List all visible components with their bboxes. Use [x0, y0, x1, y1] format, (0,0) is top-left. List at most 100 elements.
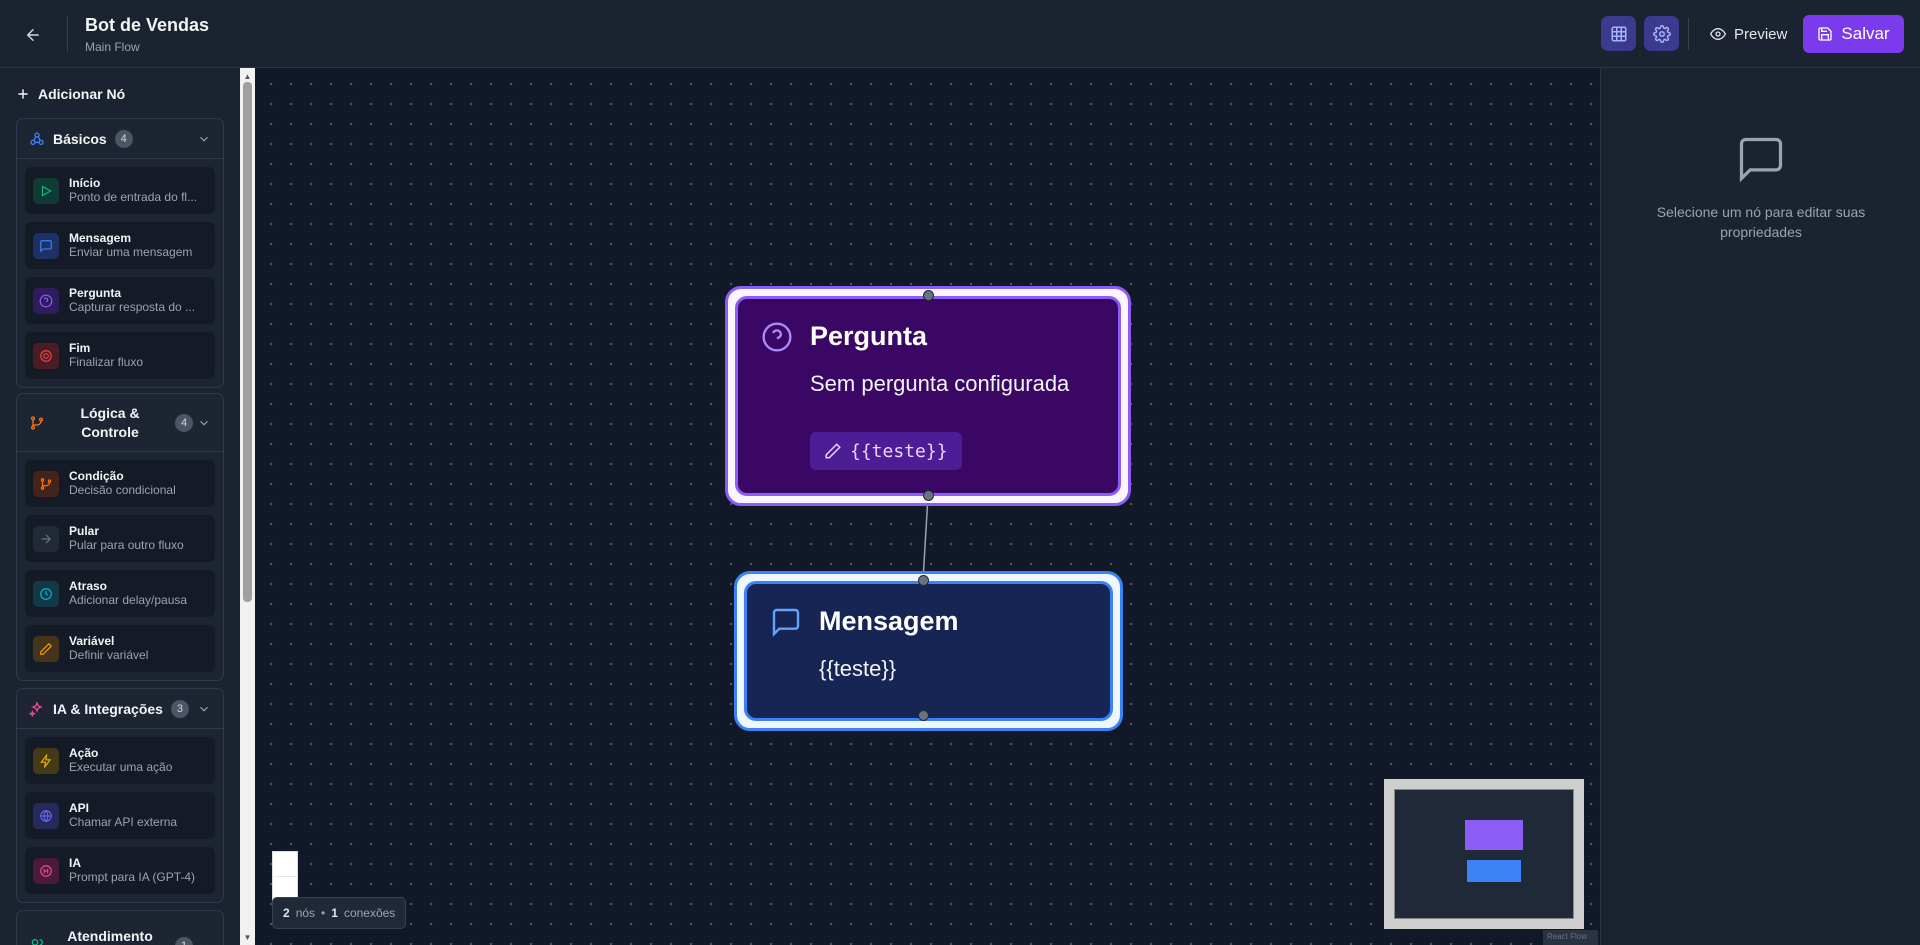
zoom-in-button[interactable] — [273, 852, 297, 877]
category-basicos-header[interactable]: Básicos 4 — [17, 119, 223, 159]
category-title: Atendimento — [67, 928, 153, 944]
palette-item-inicio[interactable]: Início Ponto de entrada do fl... — [25, 167, 215, 214]
sidebar-scrollbar-thumb[interactable] — [243, 82, 252, 602]
bot-title: Bot de Vendas — [85, 15, 210, 35]
palette-item-title: Fim — [69, 341, 91, 355]
palette-item-atraso[interactable]: Atraso Adicionar delay/pausa — [25, 570, 215, 617]
flow-node-pergunta[interactable]: Pergunta Sem pergunta configurada {{test… — [725, 286, 1131, 506]
arrow-left-icon — [26, 29, 39, 41]
users-icon — [31, 939, 43, 945]
category-title: Lógica & Controle — [53, 404, 167, 442]
play-icon — [33, 177, 59, 204]
node-body: Mensagem {{teste}} — [744, 581, 1113, 721]
node-count: 2 — [283, 906, 290, 920]
chevron-down-icon — [200, 706, 208, 712]
properties-panel: Selecione um nó para editar suas proprie… — [1600, 68, 1920, 945]
grid-toggle-button[interactable] — [1601, 16, 1636, 51]
palette-item-fim[interactable]: Fim Finalizar fluxo — [25, 332, 215, 379]
node-pergunta-output-handle[interactable] — [923, 490, 934, 501]
back-button[interactable] — [18, 20, 48, 50]
node-count-label: nós — [295, 906, 316, 920]
node-message-text: {{teste}} — [819, 656, 897, 681]
palette-item-ia[interactable]: IA Prompt para IA (GPT-4) — [25, 847, 215, 894]
preview-button[interactable]: Preview — [1700, 18, 1797, 50]
palette-item-variavel[interactable]: Variável Definir variável — [25, 625, 215, 672]
palette-item-desc: Decisão condicional — [69, 483, 176, 497]
palette-item-title: API — [69, 801, 90, 815]
chevron-down-icon — [200, 420, 208, 426]
react-flow-attribution[interactable]: React Flow — [1543, 930, 1598, 945]
category-title: Básicos — [53, 130, 107, 147]
palette-item-desc: Enviar uma mensagem — [69, 245, 193, 259]
clock-icon — [33, 580, 59, 607]
bolt-icon — [33, 747, 59, 774]
node-variable-chip: {{teste}} — [810, 432, 962, 470]
palette-item-title: Variável — [69, 634, 115, 648]
category-atendimento-header[interactable]: Atendimento 1 — [17, 911, 223, 945]
palette-item-text: Início Ponto de entrada do fl... — [69, 176, 201, 205]
node-title: Pergunta — [810, 321, 928, 351]
connection-count: 1 — [331, 906, 338, 920]
question-icon — [762, 322, 792, 352]
title-block: Bot de Vendas Main Flow — [85, 14, 209, 54]
zoom-controls[interactable] — [272, 851, 298, 903]
network-icon — [30, 131, 44, 145]
stats-separator: • — [321, 906, 326, 920]
minimap[interactable] — [1384, 779, 1584, 929]
palette-item-api[interactable]: API Chamar API externa — [25, 792, 215, 839]
palette-item-condicao[interactable]: Condição Decisão condicional — [25, 460, 215, 507]
save-button[interactable]: Salvar — [1803, 15, 1904, 53]
scroll-down-arrow[interactable]: ▼ — [242, 932, 253, 943]
question-icon — [33, 287, 59, 314]
palette-item-desc: Prompt para IA (GPT-4) — [69, 870, 196, 884]
palette-item-title: Pular — [69, 524, 100, 538]
palette-item-acao[interactable]: Ação Executar uma ação — [25, 737, 215, 784]
palette-item-mensagem[interactable]: Mensagem Enviar uma mensagem — [25, 222, 215, 269]
preview-label: Preview — [1734, 25, 1788, 43]
palette-item-desc: Finalizar fluxo — [69, 355, 144, 369]
branch-icon — [33, 470, 59, 497]
edge-pergunta-to-mensagem — [922, 495, 929, 581]
category-title: IA & Integrações — [53, 700, 163, 717]
settings-button[interactable] — [1644, 16, 1679, 51]
top-bar: Bot de Vendas Main Flow Preview Salvar — [0, 0, 1920, 68]
palette-item-pergunta[interactable]: Pergunta Capturar resposta do ... — [25, 277, 215, 324]
minimap-node-mensagem — [1467, 860, 1521, 882]
category-basicos: Básicos 4 Início Ponto de entrada do fl.… — [16, 118, 224, 388]
scroll-up-arrow[interactable]: ▲ — [242, 71, 253, 82]
category-count: 3 — [170, 699, 189, 718]
palette-item-title: Início — [69, 176, 101, 190]
minimap-viewport — [1394, 789, 1574, 919]
palette-item-pular[interactable]: Pular Pular para outro fluxo — [25, 515, 215, 562]
category-ia-header[interactable]: IA & Integrações 3 — [17, 689, 223, 729]
palette-item-text: Condição Decisão condicional — [69, 469, 201, 498]
palette-item-title: Mensagem — [69, 231, 132, 245]
flow-canvas[interactable]: Pergunta Sem pergunta configurada {{test… — [255, 68, 1600, 945]
node-mensagem-output-handle[interactable] — [918, 710, 929, 721]
category-count: 4 — [114, 129, 133, 148]
category-count: 4 — [175, 413, 193, 432]
node-body: Pergunta Sem pergunta configurada {{test… — [735, 296, 1121, 496]
node-mensagem-input-handle[interactable] — [918, 575, 929, 586]
palette-item-title: Ação — [69, 746, 99, 760]
palette-item-desc: Pular para outro fluxo — [69, 538, 184, 552]
node-palette-sidebar: Adicionar Nó Básicos 4 Início Ponto de e… — [0, 68, 240, 945]
palette-item-desc: Definir variável — [69, 648, 149, 662]
connection-count-label: conexões — [343, 906, 396, 920]
palette-item-title: Pergunta — [69, 286, 122, 300]
category-logica-header[interactable]: Lógica & Controle 4 — [17, 394, 223, 452]
branch-icon — [31, 415, 43, 430]
add-node-label: Adicionar Nó — [38, 86, 126, 102]
node-title: Mensagem — [819, 606, 959, 636]
node-pergunta-input-handle[interactable] — [923, 290, 934, 301]
palette-item-desc: Ponto de entrada do fl... — [69, 190, 198, 204]
palette-item-title: Condição — [69, 469, 124, 483]
gear-icon — [1652, 24, 1671, 43]
eye-icon — [1710, 27, 1726, 41]
node-question-text: Sem pergunta configurada — [810, 371, 1070, 396]
message-square-icon — [1739, 137, 1783, 183]
flow-node-mensagem[interactable]: Mensagem {{teste}} — [734, 571, 1123, 731]
target-icon — [33, 342, 59, 369]
palette-item-text: Pergunta Capturar resposta do ... — [69, 286, 201, 315]
palette-item-text: Variável Definir variável — [69, 634, 201, 663]
